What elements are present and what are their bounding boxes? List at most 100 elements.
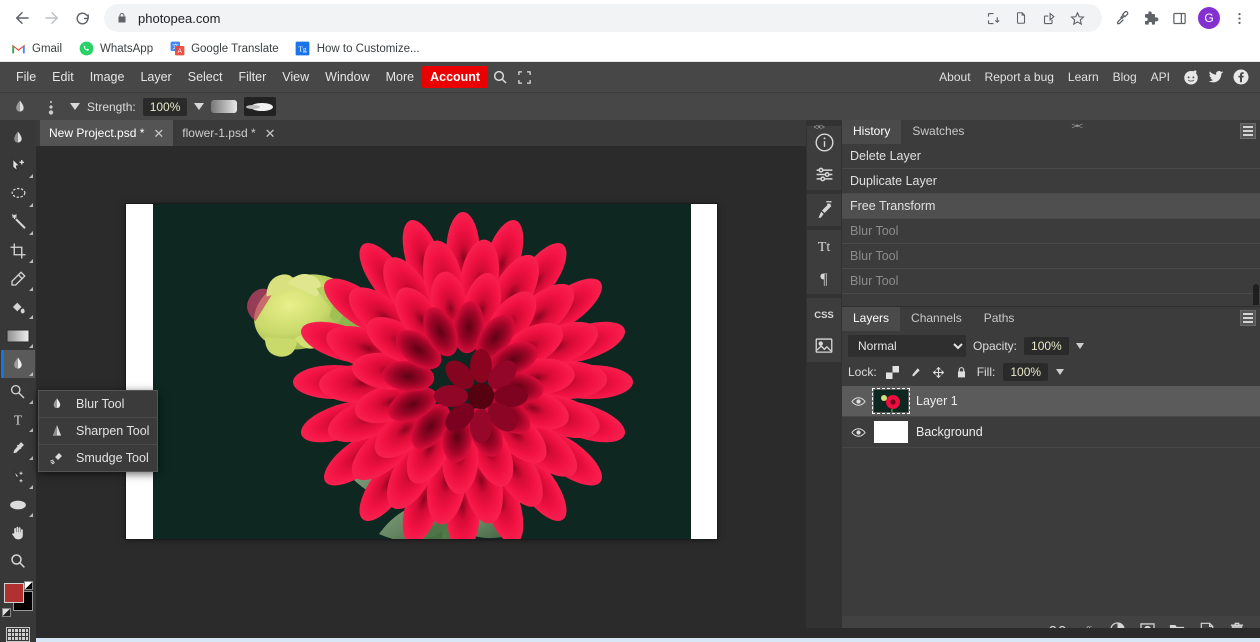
history-scrollbar[interactable]	[1253, 284, 1259, 305]
history-item[interactable]: Blur Tool	[842, 269, 1260, 294]
blend-mode-select[interactable]: Normal Dissolve Multiply Screen Overlay	[848, 335, 966, 357]
panels-drag-handle[interactable]: >•<	[1071, 121, 1083, 131]
tab-swatches[interactable]: Swatches	[901, 120, 975, 144]
reddit-icon[interactable]	[1180, 66, 1202, 88]
tool-lasso[interactable]	[1, 180, 35, 208]
lock-paint-icon[interactable]	[908, 365, 923, 380]
image-icon[interactable]	[807, 330, 841, 362]
tool-path-select[interactable]	[1, 462, 35, 490]
blend-swatch[interactable]	[211, 100, 238, 113]
tool-magic-wand[interactable]	[1, 209, 35, 237]
history-list[interactable]: Delete Layer Duplicate Layer Free Transf…	[842, 144, 1260, 305]
menu-edit[interactable]: Edit	[44, 66, 82, 88]
layer-visibility-icon[interactable]	[850, 427, 866, 438]
tool-type[interactable]: T	[1, 406, 35, 434]
layers-panel-menu-icon[interactable]	[1240, 310, 1256, 326]
facebook-icon[interactable]	[1230, 66, 1252, 88]
history-item[interactable]: Blur Tool	[842, 244, 1260, 269]
document-tab-flower-1[interactable]: flower-1.psd * ✕	[173, 120, 284, 146]
install-app-icon[interactable]	[980, 5, 1006, 31]
layer-thumbnail[interactable]	[874, 421, 908, 443]
link-report-a-bug[interactable]: Report a bug	[978, 66, 1061, 88]
adjustments-icon[interactable]	[807, 158, 841, 190]
brush-icon[interactable]	[807, 194, 841, 226]
strength-value[interactable]: 100%	[142, 97, 188, 116]
back-button[interactable]	[8, 4, 36, 32]
flyout-item-blur-tool[interactable]: Blur Tool	[39, 391, 157, 417]
document-canvas[interactable]	[126, 204, 717, 539]
history-item-current[interactable]: Free Transform	[842, 194, 1260, 219]
opacity-caret-icon[interactable]	[1075, 343, 1084, 349]
tool-gradient[interactable]	[1, 321, 35, 349]
history-item[interactable]: Duplicate Layer	[842, 169, 1260, 194]
tool-pen[interactable]	[1, 434, 35, 462]
opacity-value[interactable]: 100%	[1024, 337, 1069, 355]
layer-thumbnail[interactable]	[872, 388, 910, 414]
css-icon[interactable]: CSS	[807, 298, 841, 330]
tool-zoom[interactable]	[1, 547, 35, 575]
account-button[interactable]: Account	[422, 66, 489, 88]
lock-all-icon[interactable]	[954, 365, 969, 380]
bookmark-whatsapp[interactable]: WhatsApp	[78, 41, 153, 57]
link-blog[interactable]: Blog	[1106, 66, 1144, 88]
brush-tip-preview[interactable]	[244, 97, 277, 116]
foreground-color-swatch[interactable]	[4, 583, 24, 604]
tool-blur[interactable]	[1, 349, 35, 379]
extensions-icon[interactable]	[1138, 5, 1164, 31]
eyedropper-icon[interactable]	[1110, 5, 1136, 31]
menu-file[interactable]: File	[8, 66, 44, 88]
rail-drag-handle[interactable]: <•>	[813, 122, 825, 132]
tool-crop[interactable]	[1, 237, 35, 265]
history-item[interactable]: Delete Layer	[842, 144, 1260, 169]
tab-history[interactable]: History	[842, 120, 902, 144]
tool-dodge[interactable]	[1, 378, 35, 406]
tool-move[interactable]	[1, 152, 35, 180]
tool-eyedropper[interactable]	[1, 265, 35, 293]
document-tab-new-project[interactable]: New Project.psd * ✕	[40, 120, 174, 146]
close-icon[interactable]: ✕	[265, 127, 276, 140]
strength-caret-icon[interactable]	[194, 103, 205, 110]
forward-button[interactable]	[38, 4, 66, 32]
fullscreen-icon[interactable]	[512, 65, 536, 89]
character-icon[interactable]: Tt	[807, 230, 841, 262]
keyboard-shortcuts-icon[interactable]	[6, 626, 30, 642]
menu-image[interactable]: Image	[82, 66, 133, 88]
tab-layers[interactable]: Layers	[842, 307, 901, 331]
brush-preset-caret-icon[interactable]	[70, 103, 80, 110]
bookmark-how-to-customize[interactable]: Tg How to Customize...	[295, 41, 420, 57]
lock-transparency-icon[interactable]	[885, 365, 900, 380]
link-about[interactable]: About	[932, 66, 977, 88]
bookmark-google-translate[interactable]: 文A Google Translate	[169, 41, 279, 57]
menu-layer[interactable]: Layer	[132, 66, 179, 88]
address-bar[interactable]: photopea.com	[104, 4, 1102, 32]
swap-colors-icon[interactable]	[24, 581, 33, 591]
reset-colors-icon[interactable]	[2, 607, 11, 617]
tab-channels[interactable]: Channels	[900, 307, 973, 331]
color-swatches[interactable]	[1, 581, 35, 619]
paragraph-icon[interactable]: ¶	[807, 262, 841, 294]
menu-window[interactable]: Window	[317, 66, 377, 88]
side-panel-icon[interactable]	[1166, 5, 1192, 31]
share-icon[interactable]	[1036, 5, 1062, 31]
search-icon[interactable]	[488, 65, 512, 89]
menu-filter[interactable]: Filter	[230, 66, 274, 88]
tool-ellipse[interactable]	[1, 491, 35, 519]
layer-row[interactable]: Layer 1	[842, 386, 1260, 417]
brush-preset-button[interactable]	[39, 95, 63, 119]
tool-hand[interactable]	[1, 519, 35, 547]
tool-paint-bucket[interactable]	[1, 293, 35, 321]
layer-row[interactable]: Background	[842, 417, 1260, 448]
history-panel-menu-icon[interactable]	[1240, 123, 1256, 139]
chrome-menu-icon[interactable]	[1226, 5, 1252, 31]
fill-caret-icon[interactable]	[1056, 369, 1065, 375]
menu-more[interactable]: More	[378, 66, 422, 88]
bookmark-gmail[interactable]: Gmail	[10, 41, 62, 57]
flyout-item-sharpen-tool[interactable]: Sharpen Tool	[39, 417, 157, 444]
fill-value[interactable]: 100%	[1003, 363, 1049, 381]
layer-visibility-icon[interactable]	[850, 396, 866, 407]
menu-select[interactable]: Select	[180, 66, 231, 88]
history-item[interactable]: Blur Tool	[842, 219, 1260, 244]
blur-tool-icon[interactable]	[8, 95, 32, 119]
lock-move-icon[interactable]	[931, 365, 946, 380]
link-api[interactable]: API	[1144, 66, 1177, 88]
